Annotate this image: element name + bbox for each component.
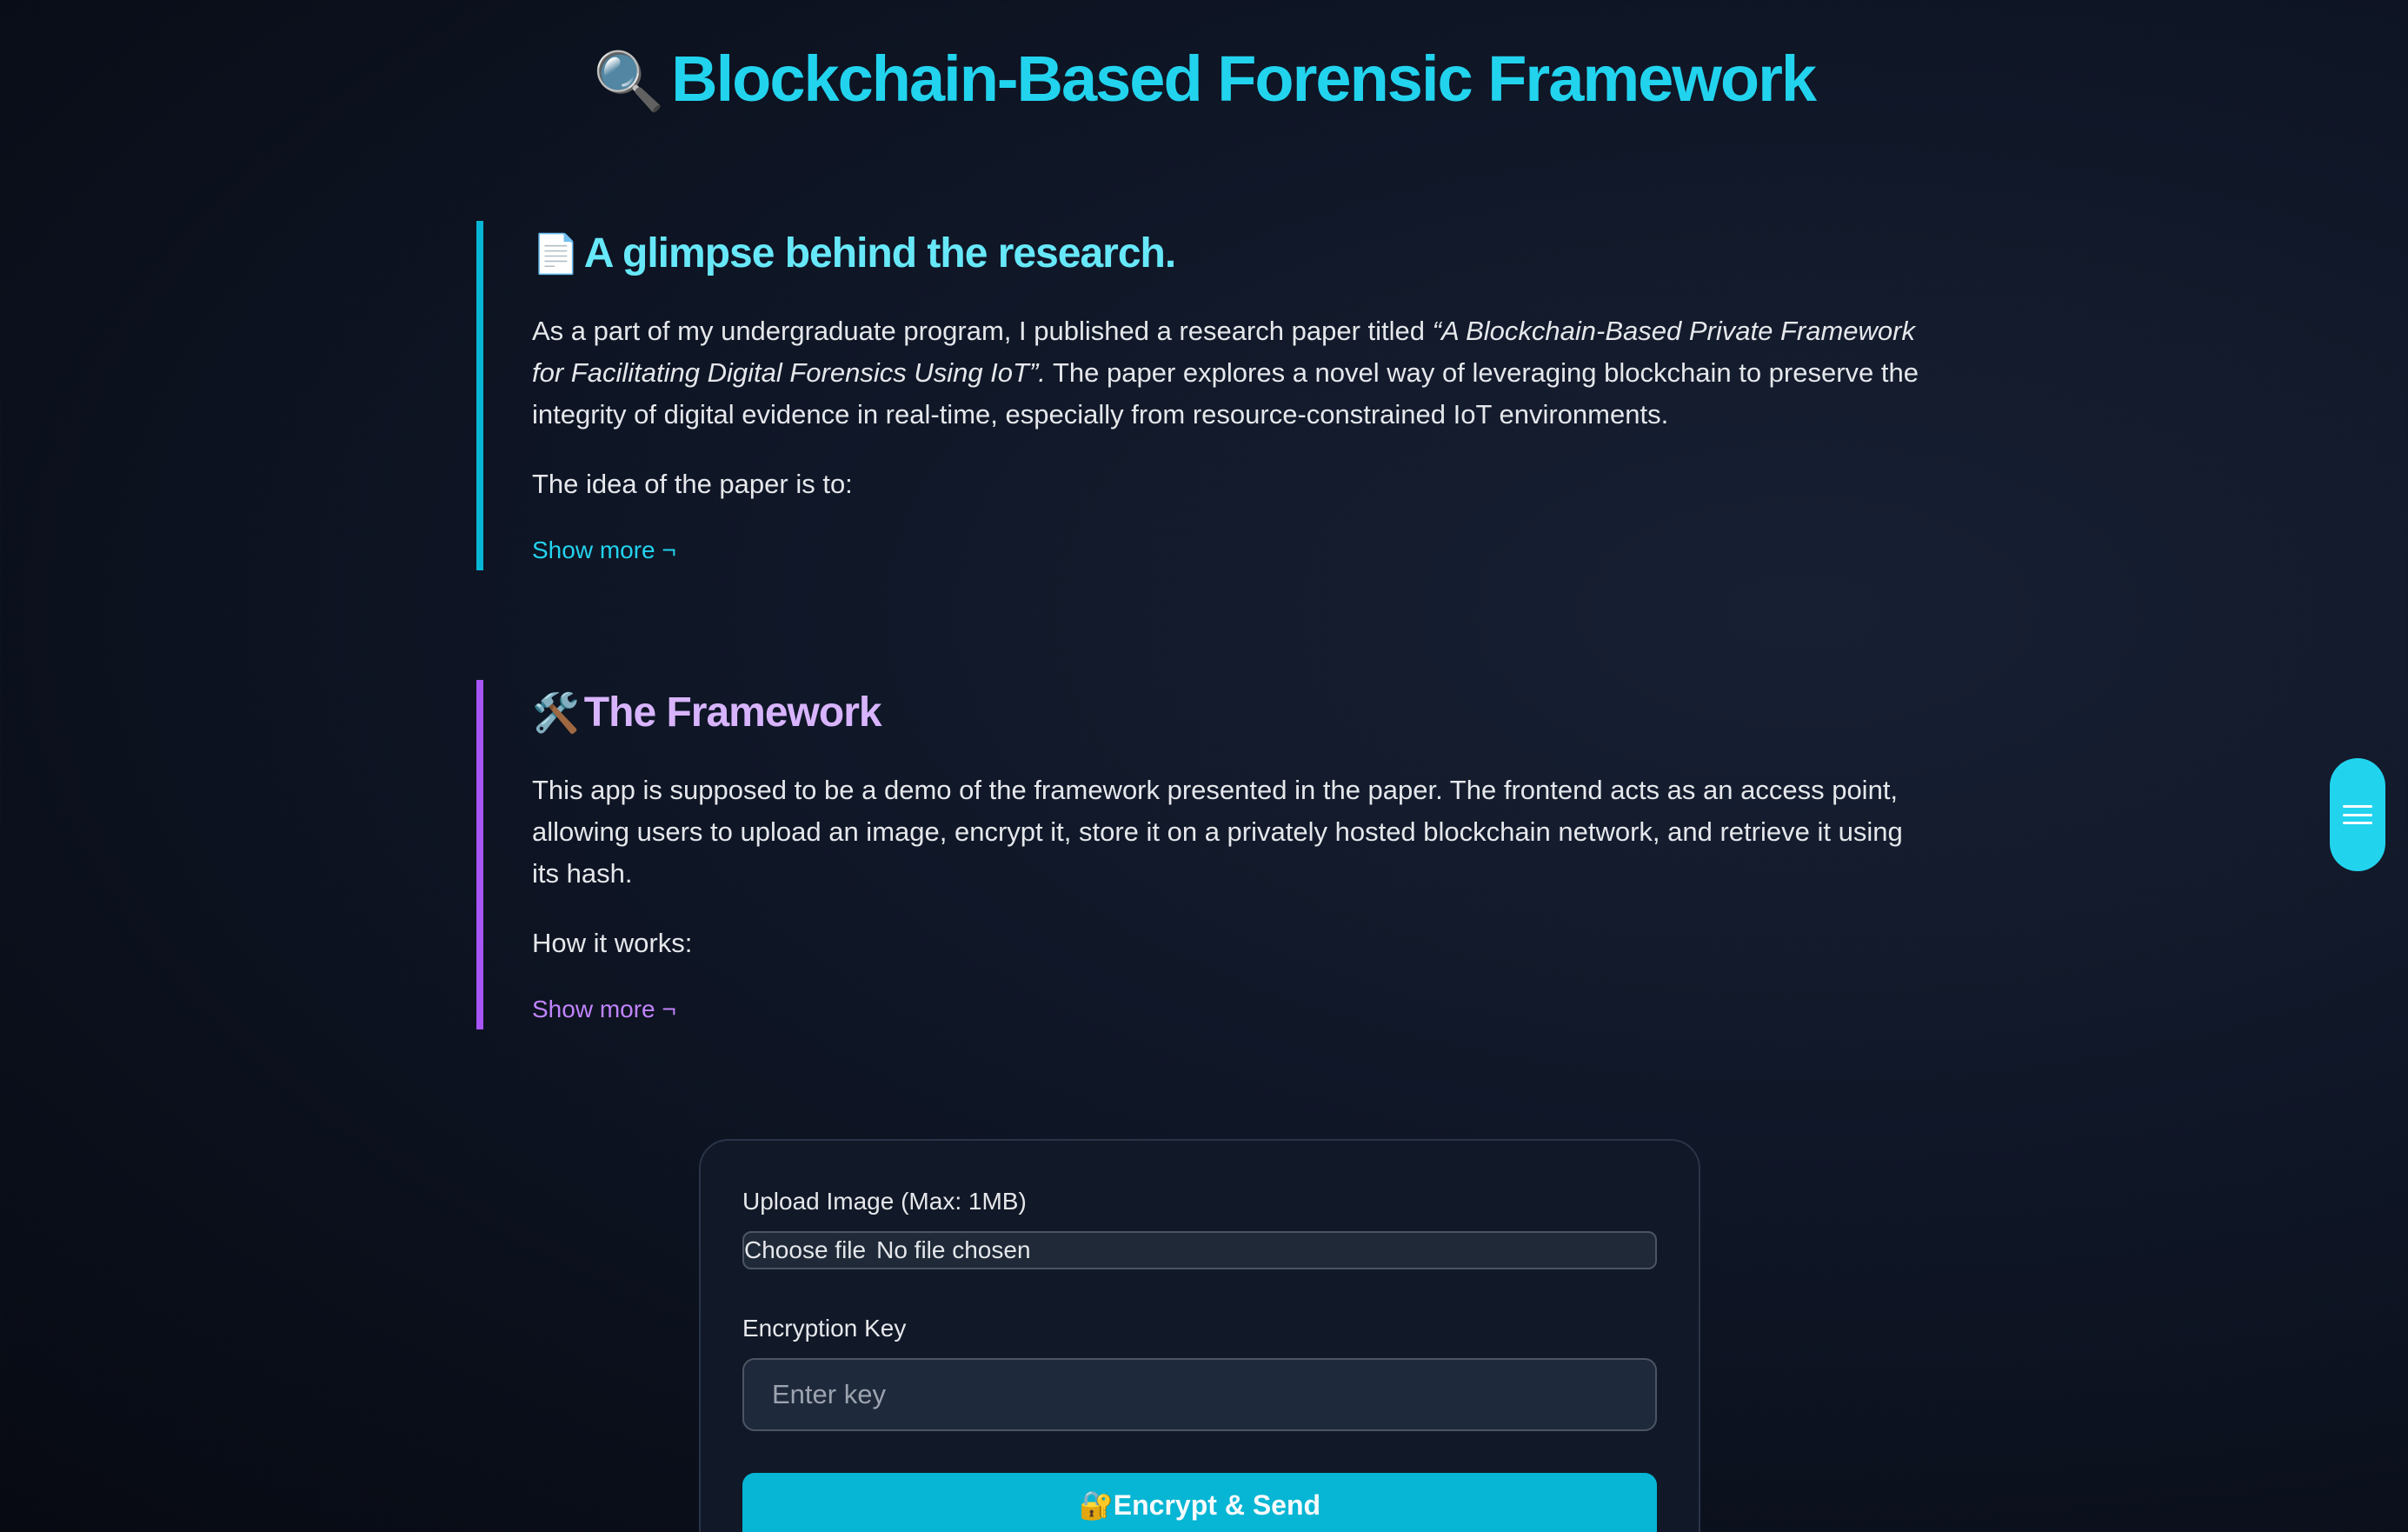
framework-section: 🛠️ The Framework This app is supposed to … xyxy=(476,680,1919,1029)
framework-show-more-link[interactable]: Show more ¬ xyxy=(532,994,676,1025)
encrypt-send-button[interactable]: 🔐Encrypt & Send xyxy=(742,1473,1657,1532)
menu-toggle-button[interactable] xyxy=(2330,758,2385,871)
page-title: 🔍 Blockchain-Based Forensic Framework xyxy=(0,40,2408,120)
research-heading: 📄 A glimpse behind the research. xyxy=(532,221,1919,283)
framework-heading: 🛠️ The Framework xyxy=(532,680,1919,742)
upload-image-label: Upload Image (Max: 1MB) xyxy=(742,1188,1027,1215)
tools-icon: 🛠️ xyxy=(532,692,580,735)
research-heading-text: A glimpse behind the research. xyxy=(583,230,1176,276)
research-lead: The idea of the paper is to: xyxy=(532,469,853,499)
encryption-key-label: Encryption Key xyxy=(742,1315,907,1342)
page: 🔍 Blockchain-Based Forensic Framework 📄 A … xyxy=(0,0,2408,1532)
file-status: No file chosen xyxy=(876,1236,1031,1263)
document-icon: 📄 xyxy=(532,233,580,276)
research-section: 📄 A glimpse behind the research. As a par… xyxy=(476,221,1919,570)
hamburger-menu-icon xyxy=(2343,805,2372,824)
research-show-more-link[interactable]: Show more ¬ xyxy=(532,535,676,566)
file-input[interactable]: Choose file No file chosen xyxy=(742,1231,1657,1269)
framework-body: This app is supposed to be a demo of the… xyxy=(532,775,1903,889)
upload-card: Upload Image (Max: 1MB) Choose file No f… xyxy=(699,1139,1700,1532)
magnifier-icon: 🔍 xyxy=(592,49,664,113)
encryption-key-input[interactable] xyxy=(742,1358,1657,1431)
framework-heading-text: The Framework xyxy=(583,689,882,736)
lock-key-icon: 🔐 xyxy=(1078,1489,1114,1521)
page-title-text: Blockchain-Based Forensic Framework xyxy=(671,43,1817,115)
framework-lead: How it works: xyxy=(532,928,693,958)
research-body-prefix: As a part of my undergraduate program, I… xyxy=(532,316,1433,346)
encrypt-send-label: Encrypt & Send xyxy=(1113,1489,1321,1521)
choose-file-button[interactable]: Choose file xyxy=(744,1233,866,1268)
research-body: As a part of my undergraduate program, I… xyxy=(532,310,1919,436)
